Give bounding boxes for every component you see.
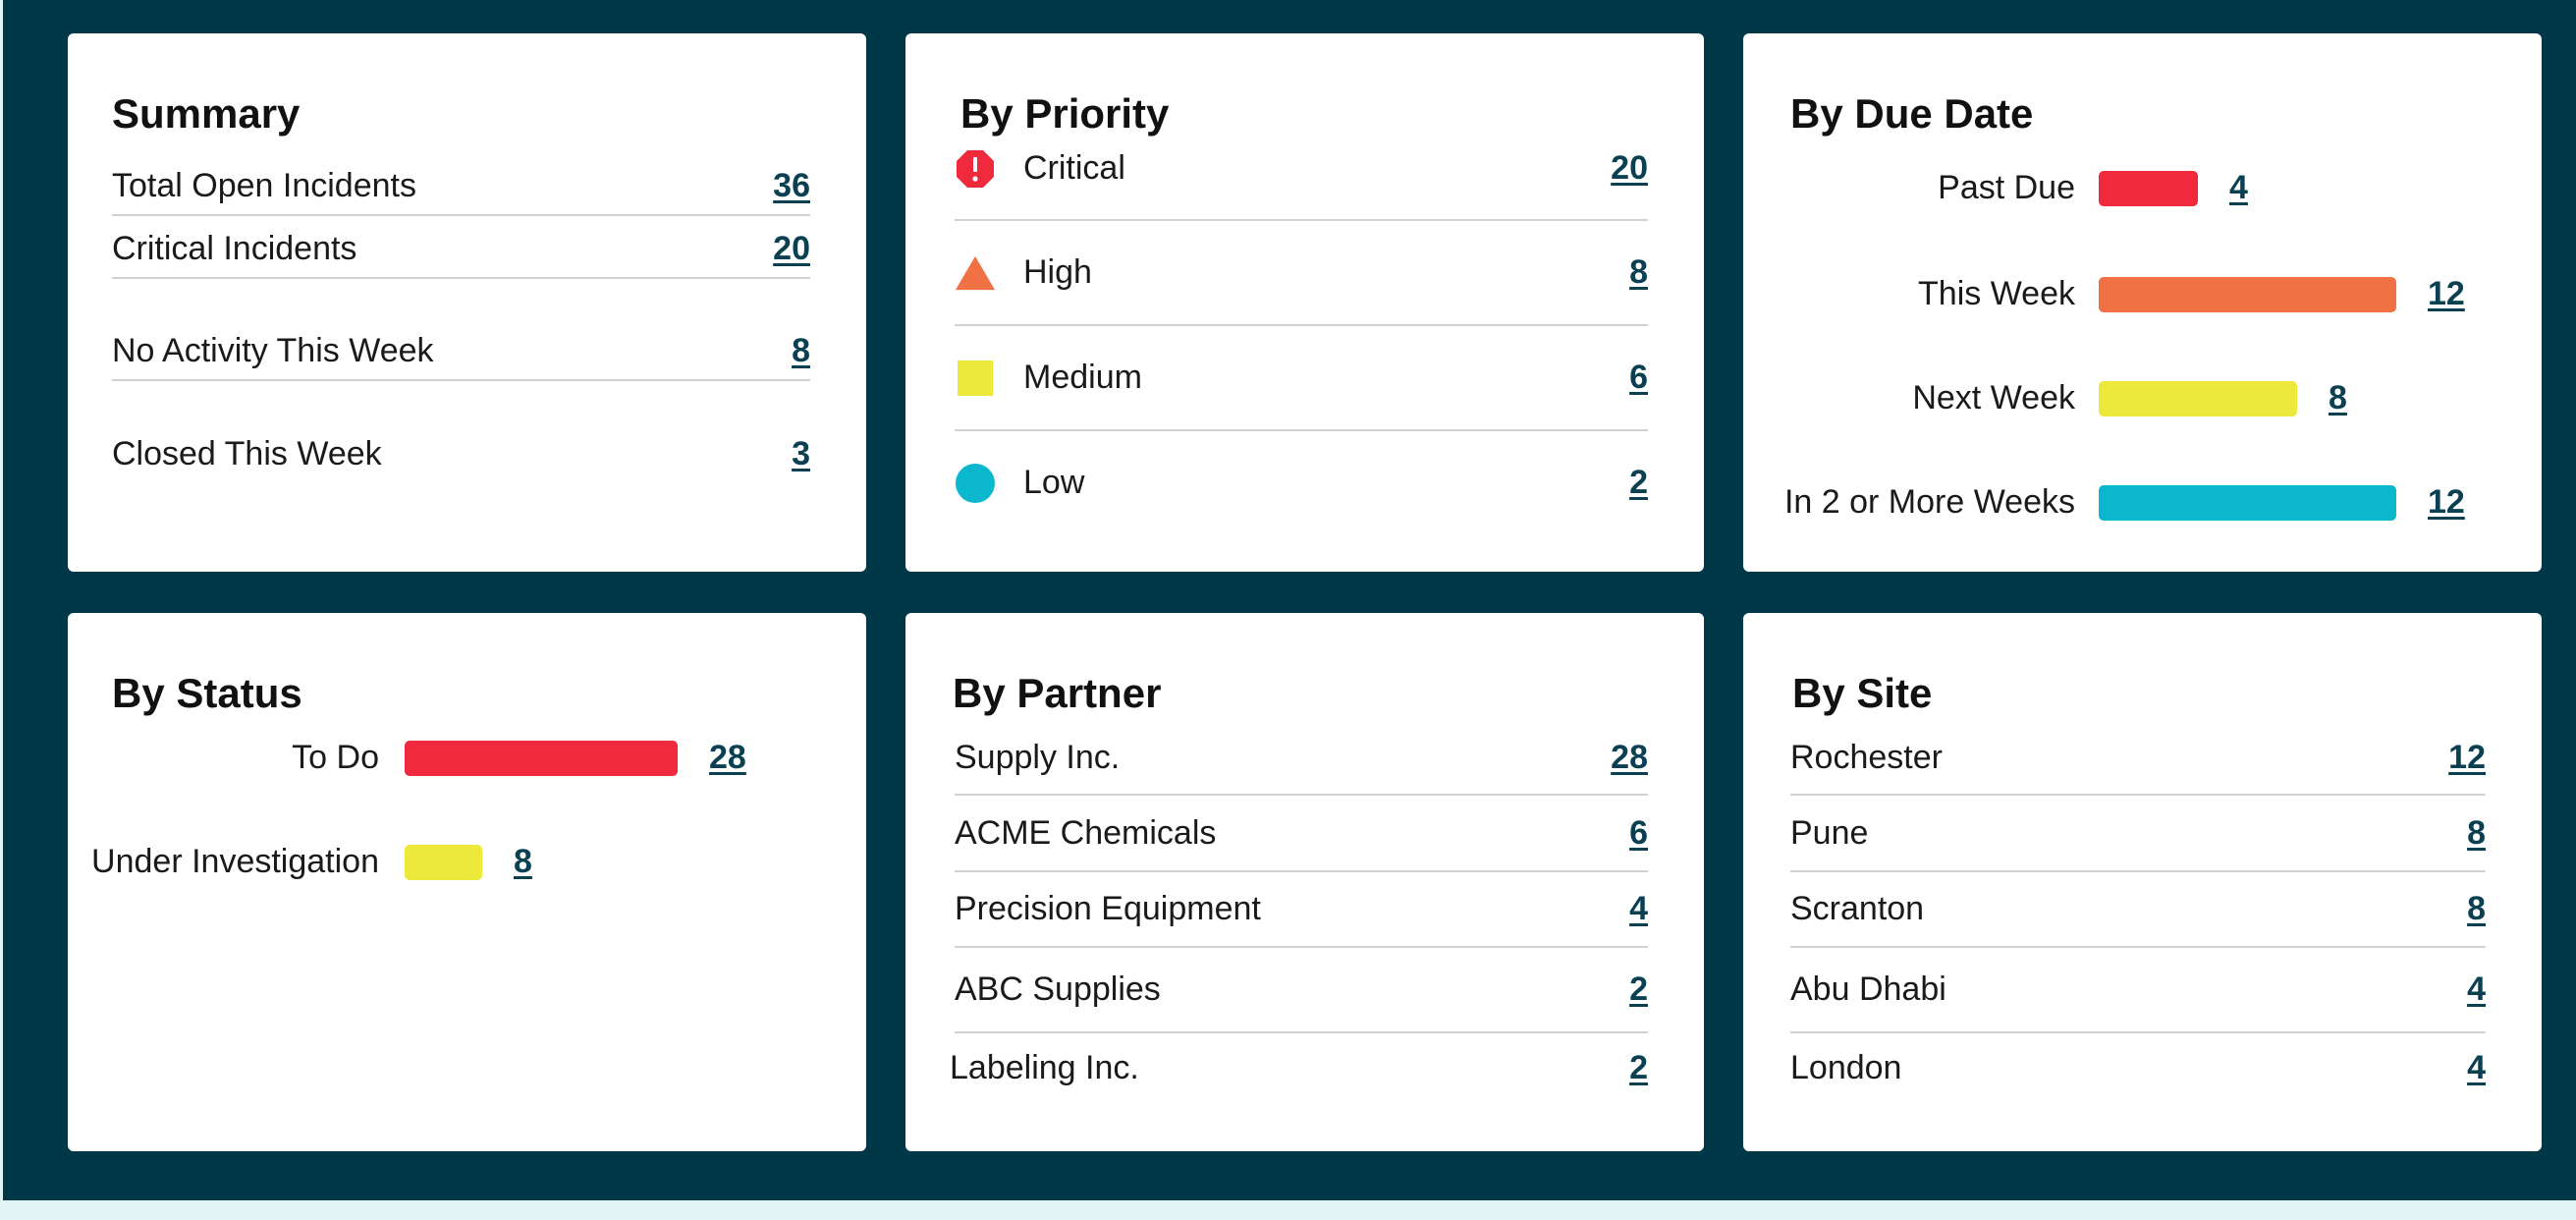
medium-square-icon [955, 358, 996, 399]
summary-label: Critical Incidents [112, 229, 357, 267]
dashboard: Summary Total Open Incidents 36 Critical… [3, 0, 2576, 1200]
summary-count-link[interactable]: 20 [773, 230, 810, 268]
due-date-bar-label: In 2 or More Weeks [1783, 483, 2075, 521]
due-date-bar-row: This Week 12 [1743, 269, 2542, 318]
site-count-link[interactable]: 8 [2467, 890, 2486, 928]
partner-row: ACME Chemicals 6 [955, 796, 1648, 872]
due-date-count-link[interactable]: 4 [2229, 163, 2248, 212]
summary-count-link[interactable]: 3 [792, 435, 810, 473]
due-date-bar-row: Past Due 4 [1743, 163, 2542, 212]
priority-label: Critical [1023, 149, 1125, 187]
priority-label: Medium [1023, 359, 1142, 396]
due-date-bar-label: Past Due [1938, 169, 2075, 206]
summary-card: Summary Total Open Incidents 36 Critical… [68, 33, 866, 572]
priority-label: High [1023, 253, 1092, 291]
priority-row-critical: Critical 20 [955, 118, 1648, 221]
site-row: Abu Dhabi 4 [1790, 948, 2486, 1033]
partner-row: ABC Supplies 2 [955, 948, 1648, 1033]
site-title: By Site [1792, 670, 1933, 716]
due-date-count-link[interactable]: 12 [2428, 477, 2465, 527]
status-bar-label: Under Investigation [91, 843, 379, 880]
status-card: By Status To Do 28 Under Investigation 8 [68, 613, 866, 1151]
summary-count-link[interactable]: 8 [792, 332, 810, 370]
due-date-card: By Due Date Past Due 4 This Week 12 Next Wee… [1743, 33, 2542, 572]
partner-row: Precision Equipment 4 [955, 872, 1648, 948]
partner-label: Supply Inc. [955, 738, 1121, 776]
partner-label: ACME Chemicals [955, 813, 1217, 852]
status-count-link[interactable]: 8 [514, 837, 532, 886]
priority-count-link[interactable]: 2 [1629, 464, 1648, 502]
site-count-link[interactable]: 8 [2467, 814, 2486, 853]
summary-count-link[interactable]: 36 [773, 167, 810, 205]
critical-octagon-icon [955, 148, 996, 190]
due-date-count-link[interactable]: 8 [2329, 373, 2347, 422]
partner-count-link[interactable]: 6 [1629, 814, 1648, 853]
status-count-link[interactable]: 28 [709, 733, 746, 782]
priority-label: Low [1023, 464, 1085, 501]
site-count-link[interactable]: 4 [2467, 1049, 2486, 1087]
site-row: London 4 [1790, 1033, 2486, 1102]
partner-title: By Partner [953, 670, 1162, 716]
partner-label: ABC Supplies [955, 970, 1161, 1008]
due-date-bar [2099, 171, 2198, 206]
site-card: By Site Rochester 12 Pune 8 Scranton 8 A… [1743, 613, 2542, 1151]
status-bar [405, 741, 678, 776]
summary-row-total-open: Total Open Incidents 36 [112, 157, 810, 216]
priority-count-link[interactable]: 6 [1629, 359, 1648, 397]
summary-row-closed: Closed This Week 3 [112, 424, 810, 483]
summary-label: Closed This Week [112, 434, 382, 472]
due-date-bar [2099, 277, 2396, 312]
site-row: Pune 8 [1790, 796, 2486, 872]
priority-card: By Priority Critical 20 High 8 Medium 6 … [905, 33, 1704, 572]
partner-count-link[interactable]: 28 [1611, 739, 1648, 777]
site-count-link[interactable]: 12 [2448, 739, 2486, 777]
site-row: Rochester 12 [1790, 721, 2486, 796]
priority-row-high: High 8 [955, 221, 1648, 326]
high-triangle-icon [955, 252, 996, 294]
partner-count-link[interactable]: 2 [1629, 970, 1648, 1009]
low-circle-icon [955, 463, 996, 504]
summary-row-no-activity: No Activity This Week 8 [112, 322, 810, 381]
partner-card: By Partner Supply Inc. 28 ACME Chemicals… [905, 613, 1704, 1151]
priority-count-link[interactable]: 8 [1629, 253, 1648, 292]
status-title: By Status [112, 670, 302, 716]
summary-row-critical: Critical Incidents 20 [112, 220, 810, 279]
due-date-bar-row: In 2 or More Weeks 12 [1743, 477, 2542, 527]
partner-count-link[interactable]: 2 [1629, 1049, 1648, 1087]
site-label: Rochester [1790, 738, 1943, 776]
partner-count-link[interactable]: 4 [1629, 890, 1648, 928]
summary-label: No Activity This Week [112, 331, 434, 369]
partner-row: Labeling Inc. 2 [950, 1033, 1648, 1102]
status-bar [405, 845, 482, 880]
due-date-bar-row: Next Week 8 [1743, 373, 2542, 422]
status-bar-row: Under Investigation 8 [68, 837, 866, 886]
priority-row-low: Low 2 [955, 431, 1648, 534]
site-label: Pune [1790, 813, 1869, 852]
priority-row-medium: Medium 6 [955, 326, 1648, 431]
site-label: London [1790, 1048, 1902, 1086]
partner-row: Supply Inc. 28 [955, 721, 1648, 796]
due-date-bar-label: This Week [1918, 275, 2075, 312]
site-label: Abu Dhabi [1790, 970, 1946, 1008]
site-row: Scranton 8 [1790, 872, 2486, 948]
due-date-title: By Due Date [1790, 90, 2034, 137]
site-label: Scranton [1790, 890, 1925, 927]
summary-label: Total Open Incidents [112, 166, 416, 204]
due-date-bar [2099, 381, 2297, 416]
status-bar-label: To Do [292, 739, 379, 776]
partner-label: Labeling Inc. [950, 1048, 1139, 1086]
partner-label: Precision Equipment [955, 890, 1261, 927]
due-date-count-link[interactable]: 12 [2428, 269, 2465, 318]
site-count-link[interactable]: 4 [2467, 970, 2486, 1009]
priority-count-link[interactable]: 20 [1611, 149, 1648, 188]
status-bar-row: To Do 28 [68, 733, 866, 782]
due-date-bar-label: Next Week [1912, 379, 2075, 416]
summary-title: Summary [112, 90, 301, 137]
due-date-bar [2099, 485, 2396, 521]
